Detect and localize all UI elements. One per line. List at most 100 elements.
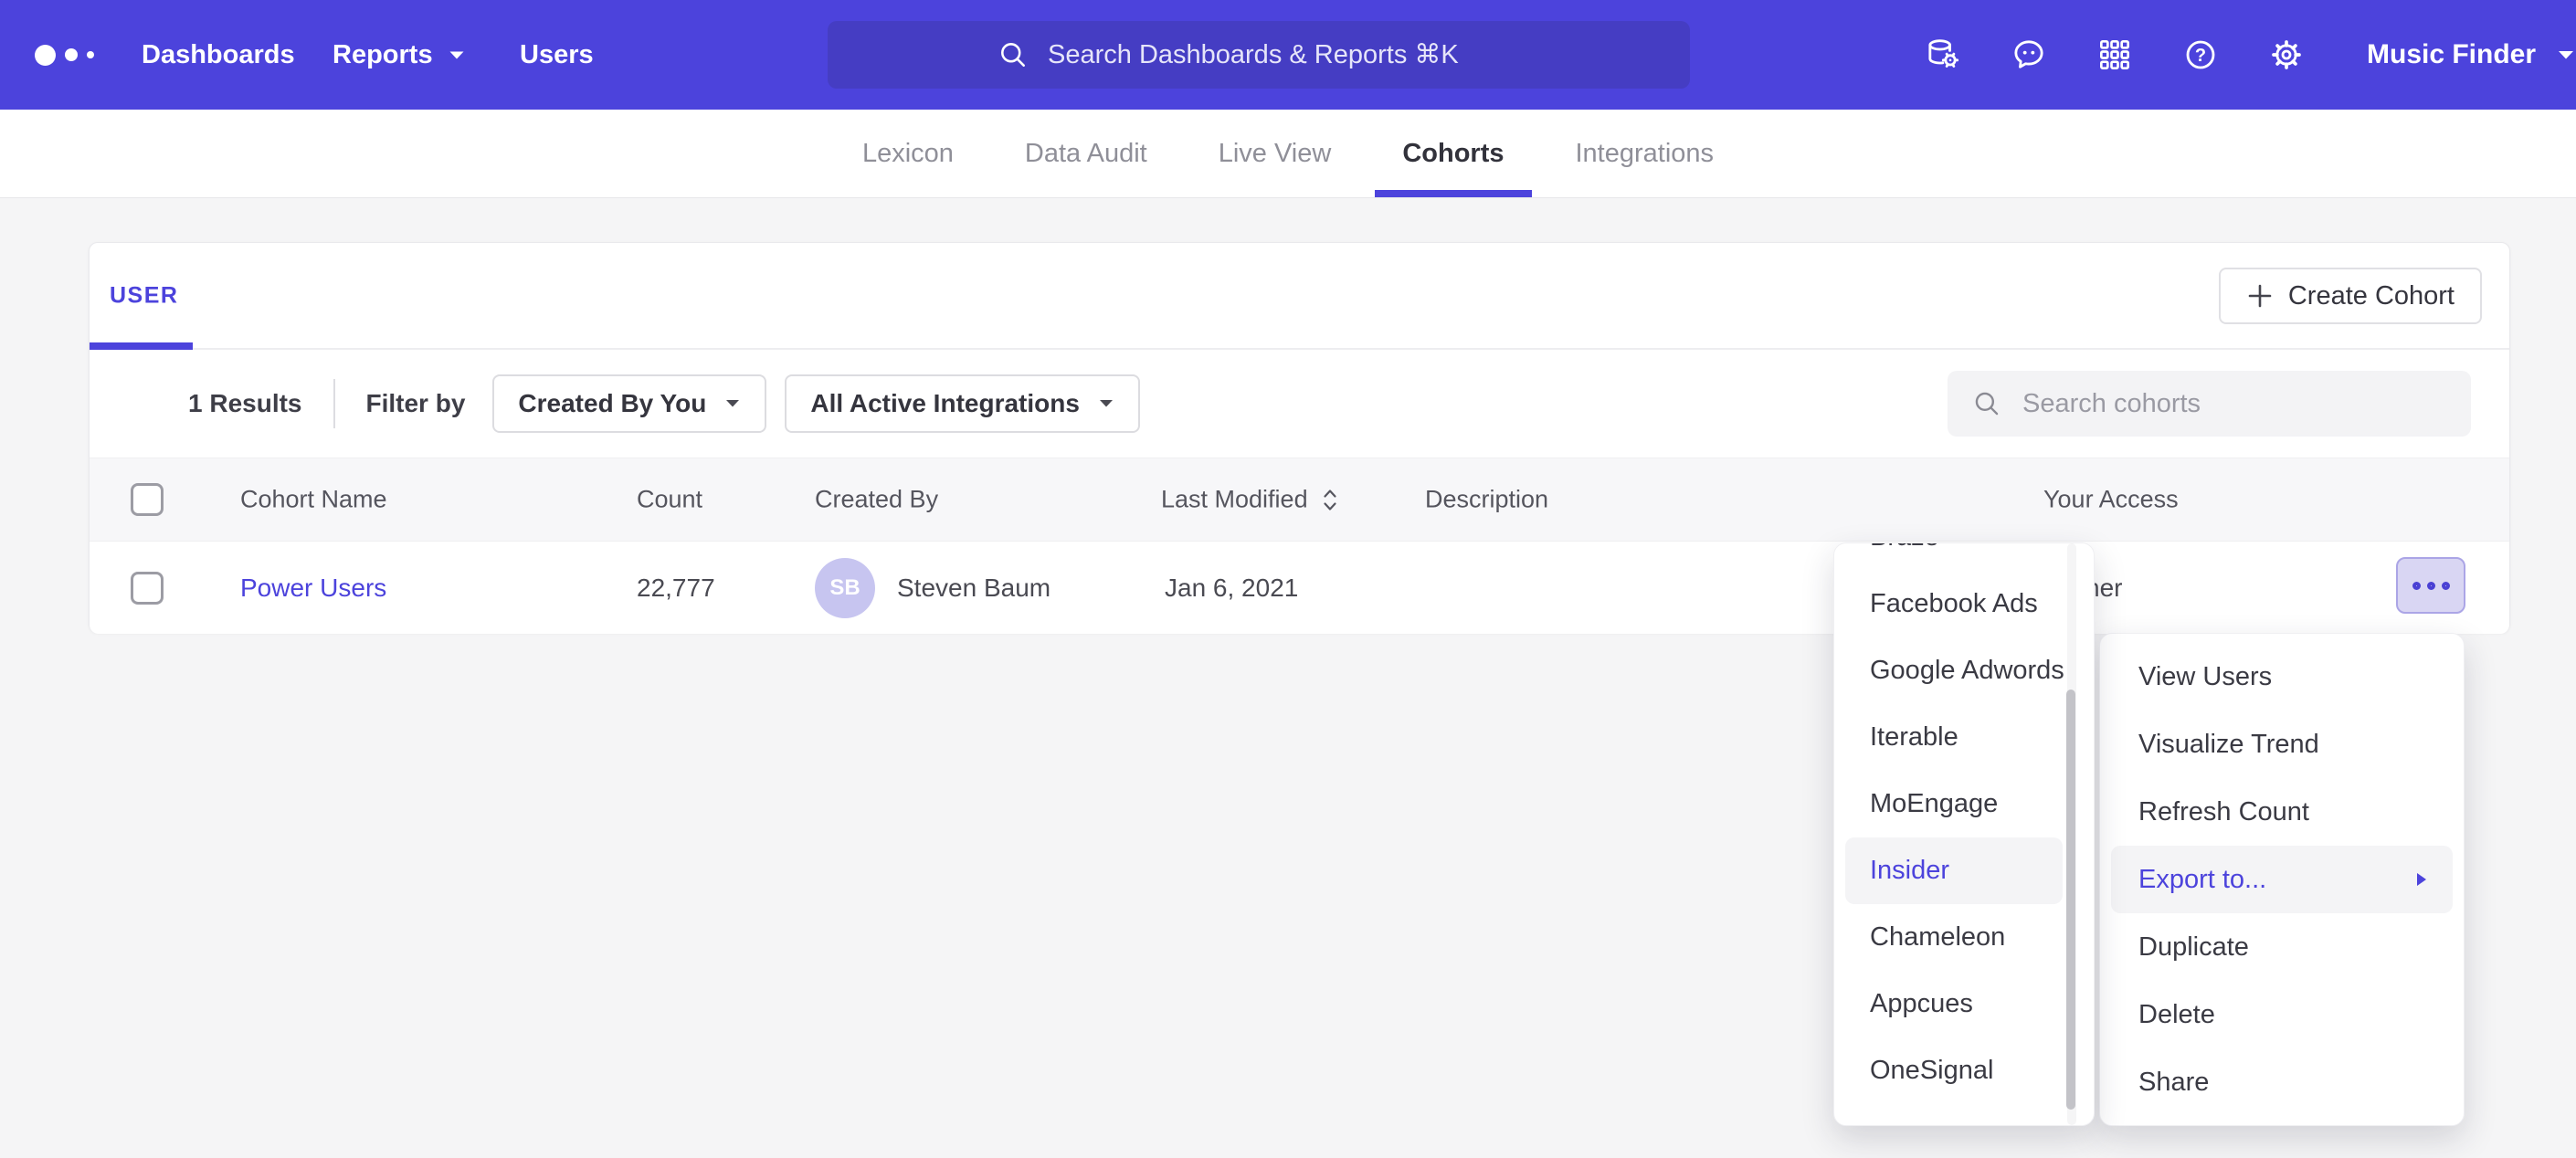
- menu-item-google-adwords[interactable]: Google Adwords: [1834, 637, 2094, 704]
- filter-by-label: Filter by: [366, 389, 466, 418]
- table-header: Cohort Name Count Created By Last Modifi…: [90, 458, 2509, 542]
- export-destinations-list: Braze Facebook Ads Google Adwords Iterab…: [1834, 542, 2094, 1104]
- logo-dot: [87, 51, 94, 58]
- menu-item-facebook-ads[interactable]: Facebook Ads: [1834, 571, 2094, 637]
- tab-cohorts[interactable]: Cohorts: [1375, 110, 1531, 197]
- menu-item-delete[interactable]: Delete: [2100, 981, 2464, 1048]
- tab-label: Lexicon: [862, 139, 954, 169]
- filter-integrations-label: All Active Integrations: [810, 389, 1080, 418]
- menu-item-chameleon[interactable]: Chameleon: [1834, 904, 2094, 971]
- column-description[interactable]: Description: [1425, 486, 1548, 514]
- section-tabbar: Lexicon Data Audit Live View Cohorts Int…: [0, 110, 2576, 198]
- tab-live-view[interactable]: Live View: [1191, 110, 1359, 197]
- dot-icon: [2412, 582, 2421, 590]
- apps-grid-icon[interactable]: [2096, 37, 2133, 73]
- cohort-type-tabs: USER Create Cohort: [90, 243, 2509, 350]
- tab-lexicon[interactable]: Lexicon: [835, 110, 981, 197]
- search-icon: [1971, 388, 2002, 419]
- global-search-input[interactable]: [1046, 39, 1521, 71]
- logo-dot: [65, 48, 78, 61]
- feedback-chat-icon[interactable]: [2011, 37, 2047, 73]
- menu-item-braze[interactable]: Braze: [1834, 542, 2094, 571]
- nav-reports[interactable]: Reports: [333, 0, 466, 110]
- column-count[interactable]: Count: [637, 486, 702, 514]
- tab-label: Data Audit: [1025, 139, 1147, 169]
- menu-item-onesignal[interactable]: OneSignal: [1834, 1037, 2094, 1104]
- filter-integrations[interactable]: All Active Integrations: [785, 374, 1140, 433]
- create-cohort-label: Create Cohort: [2288, 281, 2455, 311]
- select-all-checkbox[interactable]: [131, 483, 164, 516]
- dot-icon: [2442, 582, 2450, 590]
- tab-data-audit[interactable]: Data Audit: [998, 110, 1175, 197]
- menu-item-export-to-label: Export to...: [2138, 865, 2266, 894]
- help-icon[interactable]: ?: [2182, 37, 2219, 73]
- column-last-modified-label: Last Modified: [1161, 486, 1308, 514]
- results-count: 1 Results: [188, 389, 302, 418]
- data-management-icon[interactable]: [1925, 37, 1961, 73]
- cohorts-panel: USER Create Cohort 1 Results Filter by C…: [89, 242, 2510, 633]
- export-destinations-menu: Braze Facebook Ads Google Adwords Iterab…: [1833, 542, 2095, 1126]
- menu-item-share[interactable]: Share: [2100, 1048, 2464, 1116]
- chevron-down-icon: [1098, 398, 1114, 409]
- dot-icon: [2427, 582, 2435, 590]
- menu-item-insider[interactable]: Insider: [1845, 837, 2063, 904]
- menu-item-appcues[interactable]: Appcues: [1834, 971, 2094, 1037]
- avatar: SB: [815, 558, 875, 618]
- cohort-name-link[interactable]: Power Users: [240, 574, 386, 603]
- mixpanel-logo-icon[interactable]: [35, 0, 94, 110]
- tab-label: Live View: [1219, 139, 1332, 169]
- cohort-count: 22,777: [637, 574, 715, 603]
- tab-label: Cohorts: [1402, 139, 1504, 169]
- menu-item-iterable[interactable]: Iterable: [1834, 704, 2094, 771]
- menu-item-duplicate[interactable]: Duplicate: [2100, 913, 2464, 981]
- scrollbar-thumb[interactable]: [2066, 690, 2075, 1110]
- logo-dot: [35, 45, 56, 66]
- sort-icon: [1321, 486, 1339, 513]
- app-window: Dashboards Reports Users: [0, 0, 2576, 1158]
- create-cohort-button[interactable]: Create Cohort: [2219, 268, 2482, 324]
- tab-user-label: USER: [110, 282, 178, 309]
- top-navbar: Dashboards Reports Users: [0, 0, 2576, 110]
- menu-item-export-to[interactable]: Export to...: [2111, 846, 2453, 913]
- table-row: Power Users 22,777 SB Steven Baum Jan 6,…: [90, 542, 2509, 634]
- filter-toolbar: 1 Results Filter by Created By You All A…: [90, 350, 2509, 458]
- project-name: Music Finder: [2367, 39, 2536, 70]
- last-modified-value: Jan 6, 2021: [1165, 574, 1298, 603]
- row-context-menu: View Users Visualize Trend Refresh Count…: [2099, 633, 2465, 1126]
- chevron-down-icon: [2556, 48, 2576, 61]
- filter-created-by[interactable]: Created By You: [492, 374, 766, 433]
- divider: [333, 379, 335, 428]
- row-actions-button[interactable]: [2396, 557, 2465, 614]
- search-icon: [997, 38, 1029, 71]
- nav-reports-label: Reports: [333, 40, 433, 70]
- created-by-name: Steven Baum: [897, 574, 1050, 603]
- nav-users[interactable]: Users: [520, 0, 594, 110]
- plus-icon: [2246, 282, 2274, 310]
- submenu-arrow-icon: [2414, 870, 2429, 889]
- chevron-down-icon: [724, 398, 741, 409]
- svg-text:?: ?: [2195, 46, 2206, 66]
- filter-created-by-label: Created By You: [518, 389, 706, 418]
- menu-item-moengage[interactable]: MoEngage: [1834, 771, 2094, 837]
- cohort-search[interactable]: [1948, 371, 2471, 437]
- tab-label: Integrations: [1576, 139, 1715, 169]
- menu-item-visualize-trend[interactable]: Visualize Trend: [2100, 711, 2464, 778]
- column-cohort-name[interactable]: Cohort Name: [240, 486, 387, 514]
- navbar-right-actions: ? Music Finder: [1925, 0, 2576, 110]
- column-created-by[interactable]: Created By: [815, 486, 938, 514]
- tab-integrations[interactable]: Integrations: [1548, 110, 1742, 197]
- nav-dashboards[interactable]: Dashboards: [142, 0, 295, 110]
- nav-users-label: Users: [520, 40, 594, 70]
- menu-item-refresh-count[interactable]: Refresh Count: [2100, 778, 2464, 846]
- nav-dashboards-label: Dashboards: [142, 40, 295, 70]
- settings-gear-icon[interactable]: [2268, 37, 2305, 73]
- created-by-cell: SB Steven Baum: [815, 558, 1050, 618]
- cohort-search-input[interactable]: [2021, 388, 2447, 420]
- row-checkbox[interactable]: [131, 572, 164, 605]
- project-selector[interactable]: Music Finder: [2367, 39, 2576, 70]
- tab-user-cohorts[interactable]: USER: [90, 243, 193, 348]
- global-search[interactable]: [828, 21, 1690, 89]
- column-your-access[interactable]: Your Access: [2043, 486, 2179, 514]
- column-last-modified[interactable]: Last Modified: [1161, 486, 1339, 514]
- menu-item-view-users[interactable]: View Users: [2100, 643, 2464, 711]
